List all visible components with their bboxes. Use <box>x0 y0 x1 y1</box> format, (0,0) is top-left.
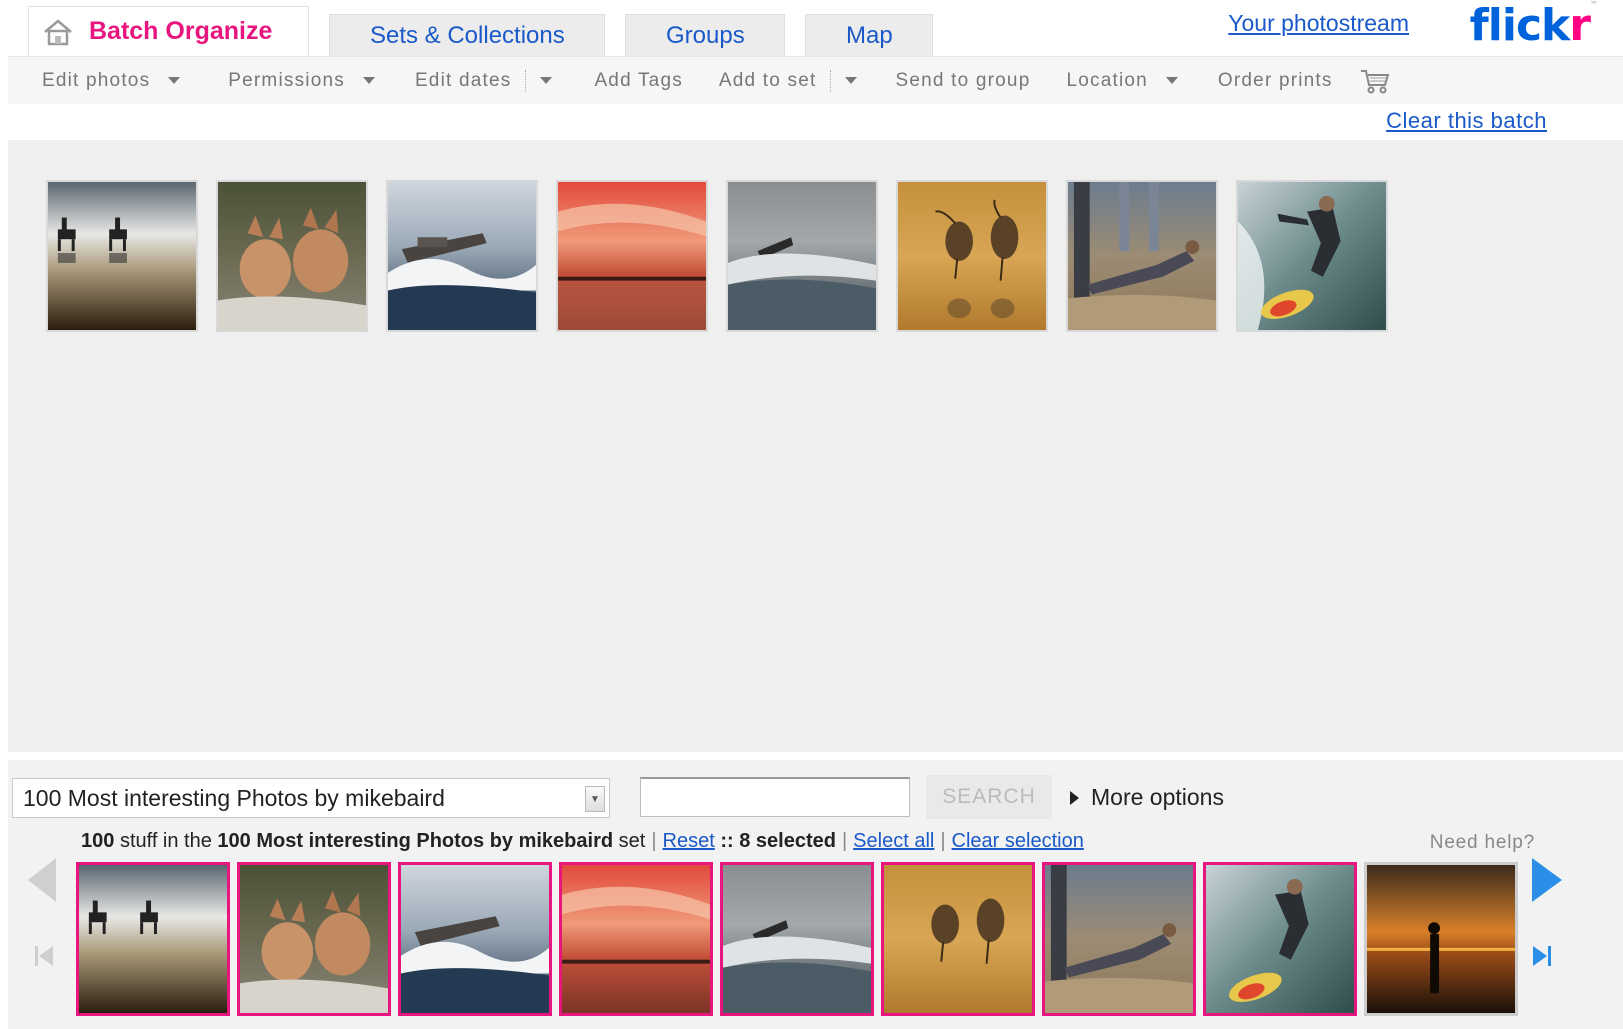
more-options-label: More options <box>1091 784 1224 810</box>
strip-photo-silhouette-sunset[interactable] <box>1364 862 1518 1016</box>
strip-photo-shorebirds[interactable] <box>881 862 1035 1016</box>
strip-photo-red-sunset[interactable] <box>559 862 713 1016</box>
set-name: 100 Most interesting Photos by mikebaird <box>217 830 614 852</box>
strip-photo-boat-grey-sea[interactable] <box>720 862 874 1016</box>
photo-picker-panel: 100 Most interesting Photos by mikebaird… <box>8 760 1623 1029</box>
search-input[interactable] <box>640 777 910 817</box>
add-tags-button[interactable]: Add Tags <box>594 70 682 92</box>
batch-photo-surfer[interactable] <box>1236 180 1388 332</box>
selected-count: 8 selected <box>739 830 836 852</box>
chevron-down-icon <box>540 77 553 84</box>
more-options-toggle[interactable]: More options <box>1070 784 1224 811</box>
clear-batch-link[interactable]: Clear this batch <box>1386 108 1547 134</box>
chevron-down-icon <box>168 77 181 84</box>
chevron-down-icon <box>362 77 375 84</box>
tool-label: Add to set <box>718 69 817 91</box>
strip-photo-boat-wave[interactable] <box>398 862 552 1016</box>
search-button[interactable]: SEARCH <box>926 775 1052 819</box>
divider: | <box>651 830 657 852</box>
status-text: stuff in the <box>119 830 212 852</box>
strip-photo-horse-riders[interactable] <box>76 862 230 1016</box>
permissions-menu[interactable]: Permissions <box>228 70 375 92</box>
tool-label: Edit dates <box>414 69 512 91</box>
batch-photo-red-sunset[interactable] <box>556 180 708 332</box>
header: Batch Organize Sets & Collections Groups… <box>0 0 1623 56</box>
batch-photo-horse-riders[interactable] <box>46 180 198 332</box>
select-all-link[interactable]: Select all <box>853 830 934 853</box>
tool-label: Permissions <box>228 69 345 91</box>
batch-photo-list <box>46 180 1406 332</box>
scroll-last-icon[interactable] <box>1532 943 1552 969</box>
tab-label: Sets & Collections <box>369 21 565 49</box>
selection-status: 100 stuff in the 100 Most interesting Ph… <box>81 830 1084 853</box>
logo-tm: ™ <box>1590 0 1598 9</box>
order-prints-button[interactable]: Order prints <box>1218 70 1333 92</box>
batch-drop-area[interactable] <box>8 140 1623 752</box>
divider <box>830 69 832 92</box>
set-select-dropdown[interactable]: 100 Most interesting Photos by mikebaird… <box>12 778 610 818</box>
status-text: set <box>618 830 646 852</box>
scroll-right-arrow-icon[interactable] <box>1532 858 1562 902</box>
logo-part1: flick <box>1469 0 1571 51</box>
strip-photo-beach-pushup[interactable] <box>1042 862 1196 1016</box>
tool-label: Add Tags <box>594 69 683 91</box>
tool-label: Location <box>1066 69 1148 91</box>
edit-dates-menu[interactable]: Edit dates <box>414 69 553 92</box>
add-to-set-menu[interactable]: Add to set <box>718 69 858 92</box>
tool-label: Order prints <box>1217 69 1333 91</box>
chevron-down-icon <box>845 77 858 84</box>
batch-toolbar: Edit photos Permissions Edit dates Add T… <box>8 56 1623 104</box>
reset-link[interactable]: Reset <box>663 830 715 853</box>
flickr-logo[interactable]: flickr™ <box>1469 0 1598 51</box>
photo-count: 100 <box>81 830 115 852</box>
divider: | <box>940 830 946 852</box>
scroll-first-icon[interactable] <box>34 943 54 969</box>
location-menu[interactable]: Location <box>1066 69 1178 92</box>
tool-label: Send to group <box>895 69 1031 91</box>
strip-photo-surfer[interactable] <box>1203 862 1357 1016</box>
chevron-down-icon <box>1165 77 1178 84</box>
tab-label: Batch Organize <box>89 17 273 45</box>
home-icon <box>43 18 73 46</box>
expand-triangle-icon <box>1070 790 1079 805</box>
logo-part2: r <box>1569 0 1591 51</box>
set-select-value: 100 Most interesting Photos by mikebaird <box>23 784 445 811</box>
status-separator: :: <box>720 830 734 852</box>
dropdown-arrow-icon: ▼ <box>585 786 605 812</box>
batch-photo-fox-kits[interactable] <box>216 180 368 332</box>
your-photostream-link[interactable]: Your photostream <box>1228 10 1409 37</box>
strip-photo-fox-kits[interactable] <box>237 862 391 1016</box>
batch-photo-shorebirds[interactable] <box>896 180 1048 332</box>
batch-photo-beach-pushup[interactable] <box>1066 180 1218 332</box>
scroll-left-arrow-icon[interactable] <box>28 858 56 902</box>
batch-photo-boat-grey-sea[interactable] <box>726 180 878 332</box>
send-to-group-button[interactable]: Send to group <box>895 70 1030 92</box>
tab-batch-organize[interactable]: Batch Organize <box>28 6 310 56</box>
tab-sets-collections[interactable]: Sets & Collections <box>329 14 606 56</box>
clear-selection-link[interactable]: Clear selection <box>952 830 1084 853</box>
edit-photos-menu[interactable]: Edit photos <box>42 69 181 92</box>
divider: | <box>841 830 848 852</box>
tab-groups[interactable]: Groups <box>625 14 786 56</box>
tab-row: Batch Organize Sets & Collections Groups… <box>28 6 953 56</box>
tab-label: Map <box>846 21 893 49</box>
tab-label: Groups <box>666 21 745 49</box>
tab-map[interactable]: Map <box>805 14 934 56</box>
batch-photo-boat-wave[interactable] <box>386 180 538 332</box>
need-help-link[interactable]: Need help? <box>1430 832 1535 854</box>
tool-label: Edit photos <box>42 69 151 91</box>
shopping-cart-icon[interactable] <box>1359 67 1391 95</box>
divider <box>525 69 527 92</box>
photo-strip <box>76 862 1525 1016</box>
